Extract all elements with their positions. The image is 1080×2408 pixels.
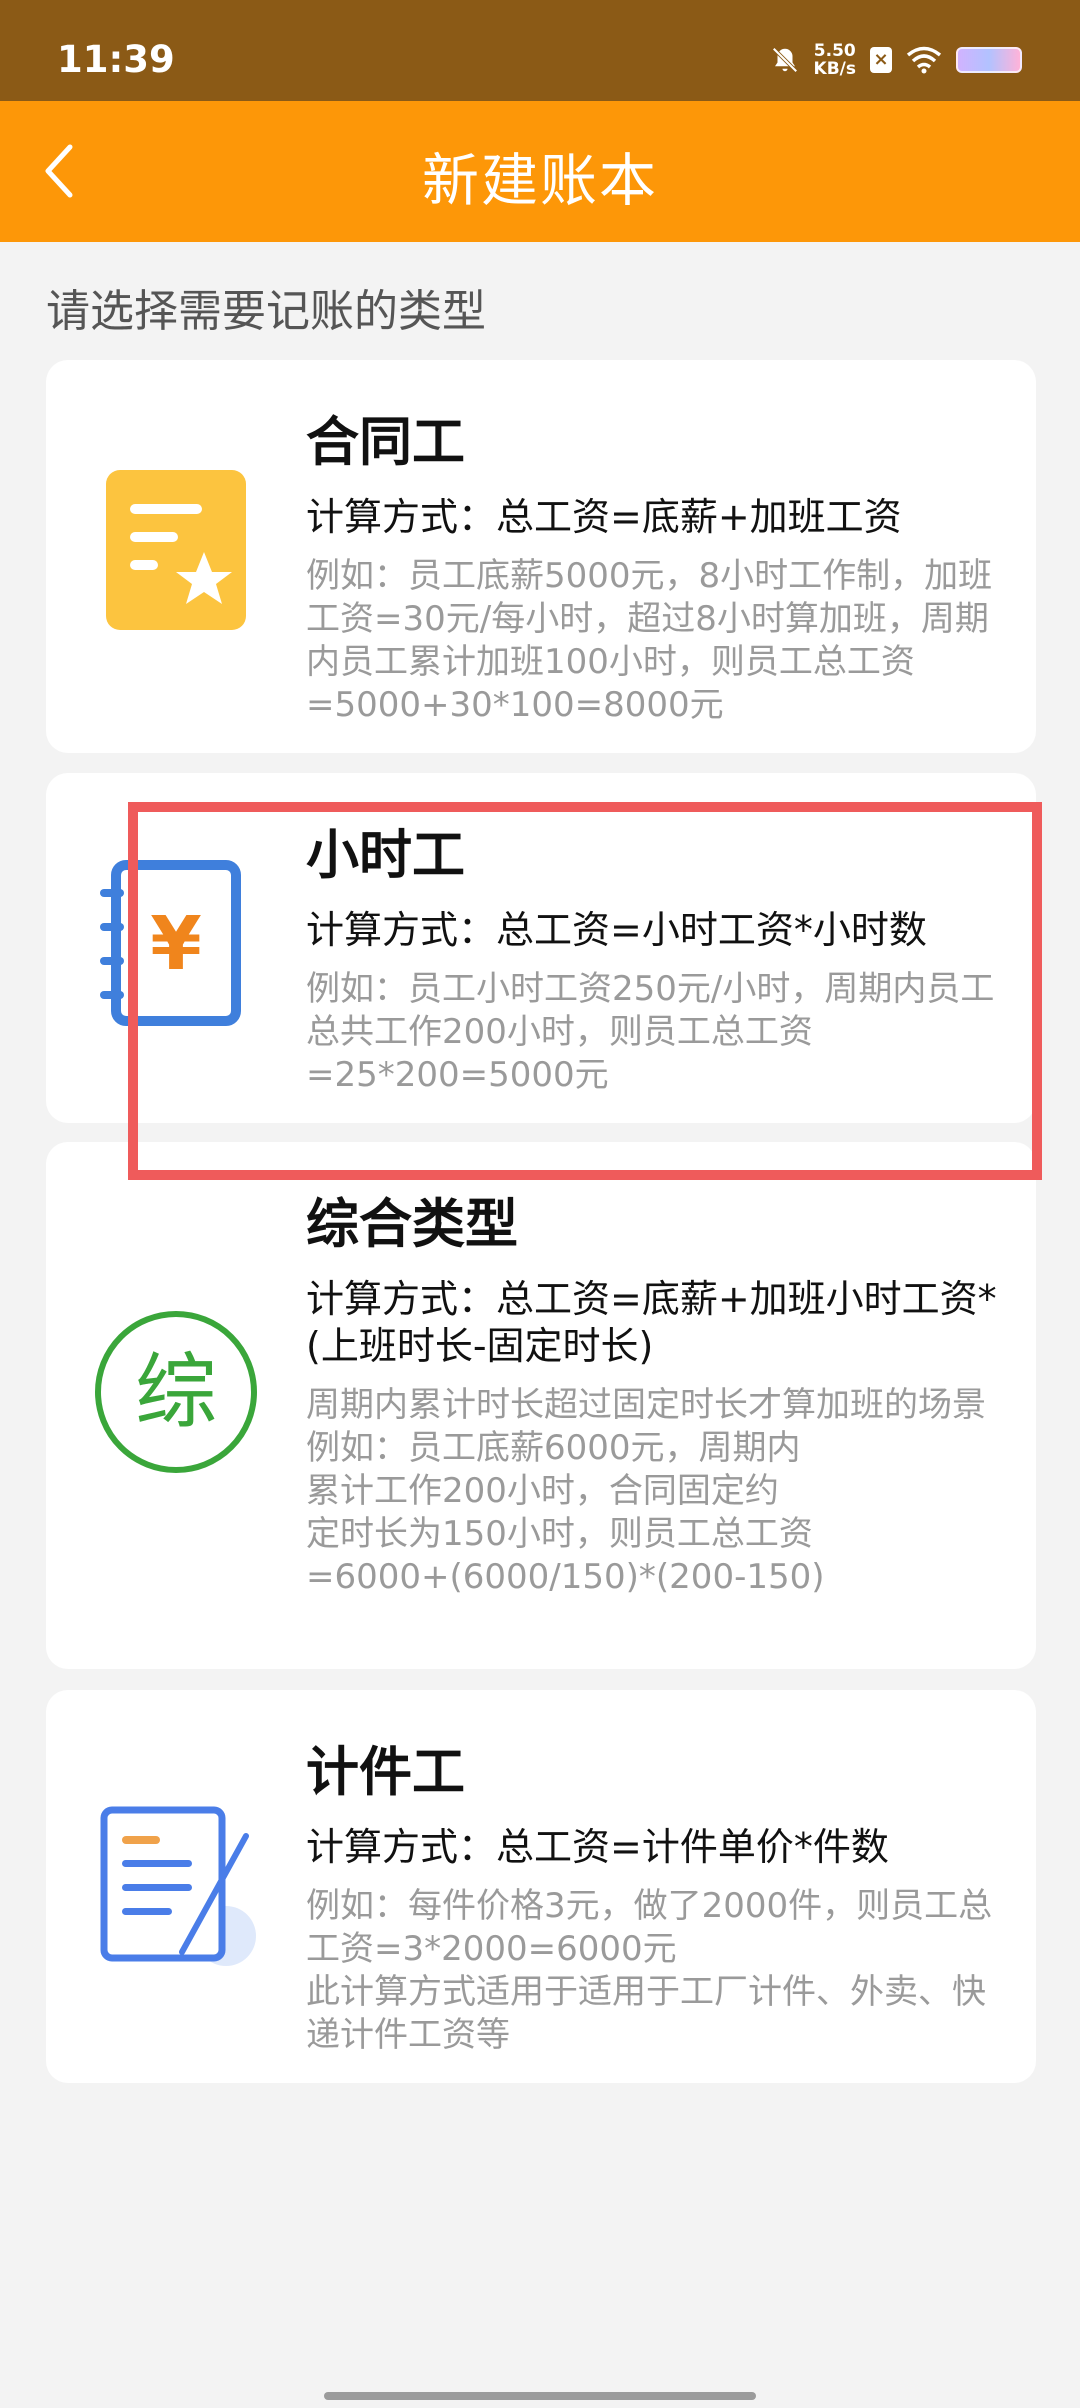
status-bar: 11:39 5.50 KB/s × [0, 0, 1080, 101]
card-example: 周期内累计时长超过固定时长才算加班的场景 例如：员工底薪6000元，周期内 累计… [306, 1385, 986, 1597]
status-time: 11:39 [57, 38, 175, 81]
card-text: 计件工 计算方式：总工资=计件单价*件数 例如：每件价格3元，做了2000件，则… [306, 1730, 1012, 2057]
card-title: 小时工 [306, 825, 465, 886]
card-formula: 计算方式：总工资=计件单价*件数 [306, 1825, 889, 1869]
card-text: 小时工 计算方式：总工资=小时工资*小时数 例如：员工小时工资250元/小时，周… [306, 813, 1012, 1097]
page-title: 新建账本 [422, 148, 658, 214]
card-example: 例如：员工小时工资250元/小时，周期内员工总共工作200小时，则员工总工资=2… [306, 969, 995, 1095]
network-speed-value: 5.50 [813, 41, 856, 61]
zong-circle-icon: 综 [95, 1311, 257, 1473]
network-speed: 5.50 KB/s [814, 42, 856, 78]
yuan-notebook-icon: ¥ [100, 860, 241, 1026]
zong-char: 综 [135, 1345, 217, 1440]
card-contract-worker[interactable]: 合同工 计算方式：总工资=底薪+加班工资 例如：员工底薪5000元，8小时工作制… [46, 360, 1036, 753]
bell-muted-icon [771, 47, 798, 73]
type-prompt: 请选择需要记账的类型 [46, 286, 486, 337]
card-title: 综合类型 [306, 1194, 518, 1255]
card-text: 合同工 计算方式：总工资=底薪+加班工资 例如：员工底薪5000元，8小时工作制… [306, 400, 1012, 727]
card-example: 例如：每件价格3元，做了2000件，则员工总工资=3*2000=6000元 此计… [306, 1886, 993, 2055]
network-speed-unit: KB/s [813, 59, 856, 79]
card-formula: 计算方式：总工资=底薪+加班小时工资*(上班时长-固定时长) [306, 1277, 997, 1368]
card-example: 例如：员工底薪5000元，8小时工作制，加班工资=30元/每小时，超过8小时算加… [306, 556, 993, 725]
card-title: 计件工 [306, 1742, 465, 1803]
card-text: 综合类型 计算方式：总工资=底薪+加班小时工资*(上班时长-固定时长) 周期内累… [306, 1182, 1012, 1599]
card-title: 合同工 [306, 412, 465, 473]
svg-text:¥: ¥ [150, 901, 202, 987]
gesture-nav-bar[interactable] [324, 2392, 756, 2400]
card-mixed-type[interactable]: 综 综合类型 计算方式：总工资=底薪+加班小时工资*(上班时长-固定时长) 周期… [46, 1142, 1036, 1669]
card-hourly-worker[interactable]: ¥ 小时工 计算方式：总工资=小时工资*小时数 例如：员工小时工资250元/小时… [46, 773, 1036, 1123]
wifi-icon [906, 46, 942, 74]
card-piece-worker[interactable]: 计件工 计算方式：总工资=计件单价*件数 例如：每件价格3元，做了2000件，则… [46, 1690, 1036, 2083]
battery-icon [956, 47, 1022, 73]
card-formula: 计算方式：总工资=底薪+加班工资 [306, 495, 902, 539]
document-star-icon [106, 470, 246, 630]
app-bar: 新建账本 [0, 101, 1080, 242]
status-icons: 5.50 KB/s × [770, 42, 1022, 78]
card-formula: 计算方式：总工资=小时工资*小时数 [306, 908, 927, 952]
close-box-icon: × [870, 47, 892, 73]
document-pen-icon [100, 1806, 256, 1966]
